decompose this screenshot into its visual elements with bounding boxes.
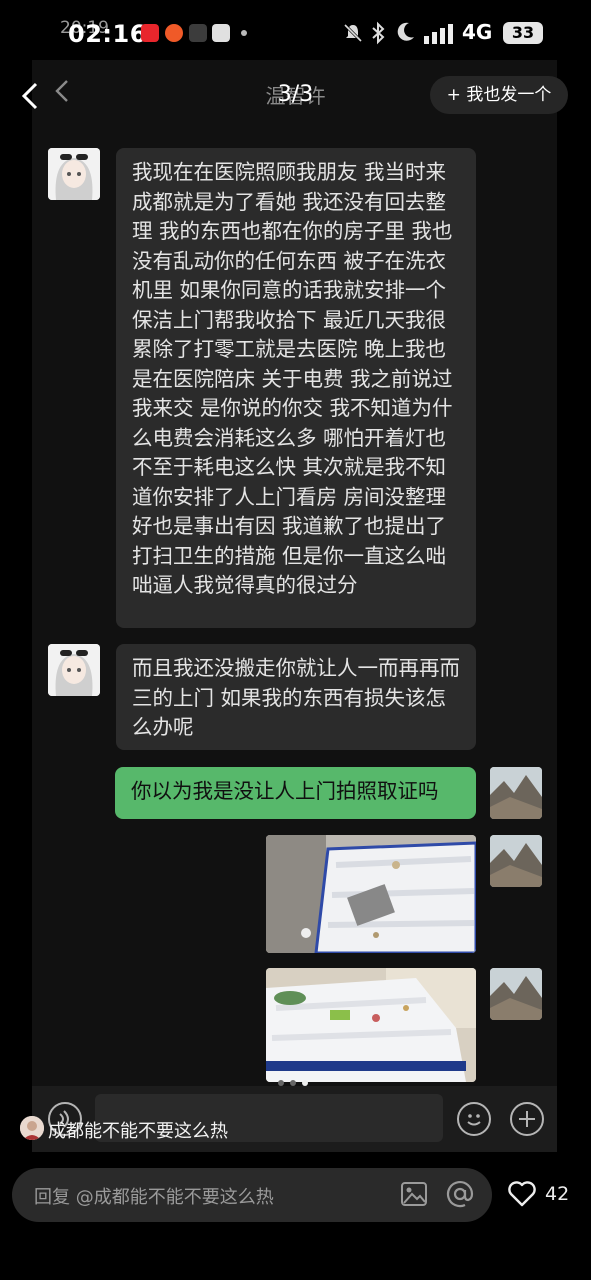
- status-time: 02:16: [68, 20, 147, 48]
- my-avatar: [490, 968, 542, 1020]
- contact-avatar: [48, 148, 100, 200]
- contact-avatar: [48, 644, 100, 696]
- post-too-button[interactable]: + 我也发一个: [430, 76, 568, 114]
- status-dot: [241, 30, 247, 36]
- message-bubble-me: 你以为我是没让人上门拍照取证吗: [115, 767, 476, 819]
- app-notification-icon: [165, 24, 183, 42]
- emoji-icon: [457, 1102, 491, 1136]
- moon-icon: [397, 22, 414, 41]
- chat-photo-mattress[interactable]: [266, 968, 476, 1082]
- mountain-avatar-icon: [490, 968, 542, 1020]
- mountain-avatar-icon: [490, 767, 542, 819]
- message-bubble-other: 我现在在医院照顾我朋友 我当时来成都就是为了看她 我还没有回去整理 我的东西也都…: [116, 148, 476, 628]
- commenter-avatar: [20, 1116, 44, 1140]
- heart-icon[interactable]: [507, 1180, 537, 1208]
- image-icon[interactable]: [400, 1181, 428, 1207]
- at-mention-icon[interactable]: [446, 1180, 474, 1208]
- bluetooth-icon: [372, 21, 385, 45]
- app-notification-icon: [189, 24, 207, 42]
- battery-level: 33: [503, 22, 543, 44]
- like-count: 42: [545, 1183, 570, 1205]
- anime-girl-avatar-icon: [48, 148, 100, 200]
- message-bubble-other: 而且我还没搬走你就让人一而再再而三的上门 如果我的东西有损失该怎么办呢: [116, 644, 476, 750]
- anime-girl-avatar-icon: [48, 644, 100, 696]
- mountain-avatar-icon: [490, 835, 542, 887]
- network-type: 4G: [462, 20, 493, 44]
- app-notification-icon: [141, 24, 159, 42]
- my-avatar: [490, 767, 542, 819]
- plus-icon: [510, 1102, 544, 1136]
- mute-icon: [343, 23, 363, 43]
- comment-text: 成都能不能不要这么热: [48, 1121, 228, 1142]
- chat-photo-mattress[interactable]: [266, 835, 476, 953]
- reply-placeholder: 回复 @成都能不能不要这么热: [34, 1187, 274, 1208]
- mattress-photo-icon: [266, 968, 476, 1082]
- signal-icon: [424, 24, 453, 44]
- my-avatar: [490, 835, 542, 887]
- mattress-photo-icon: [266, 835, 476, 953]
- app-notification-icon: [212, 24, 230, 42]
